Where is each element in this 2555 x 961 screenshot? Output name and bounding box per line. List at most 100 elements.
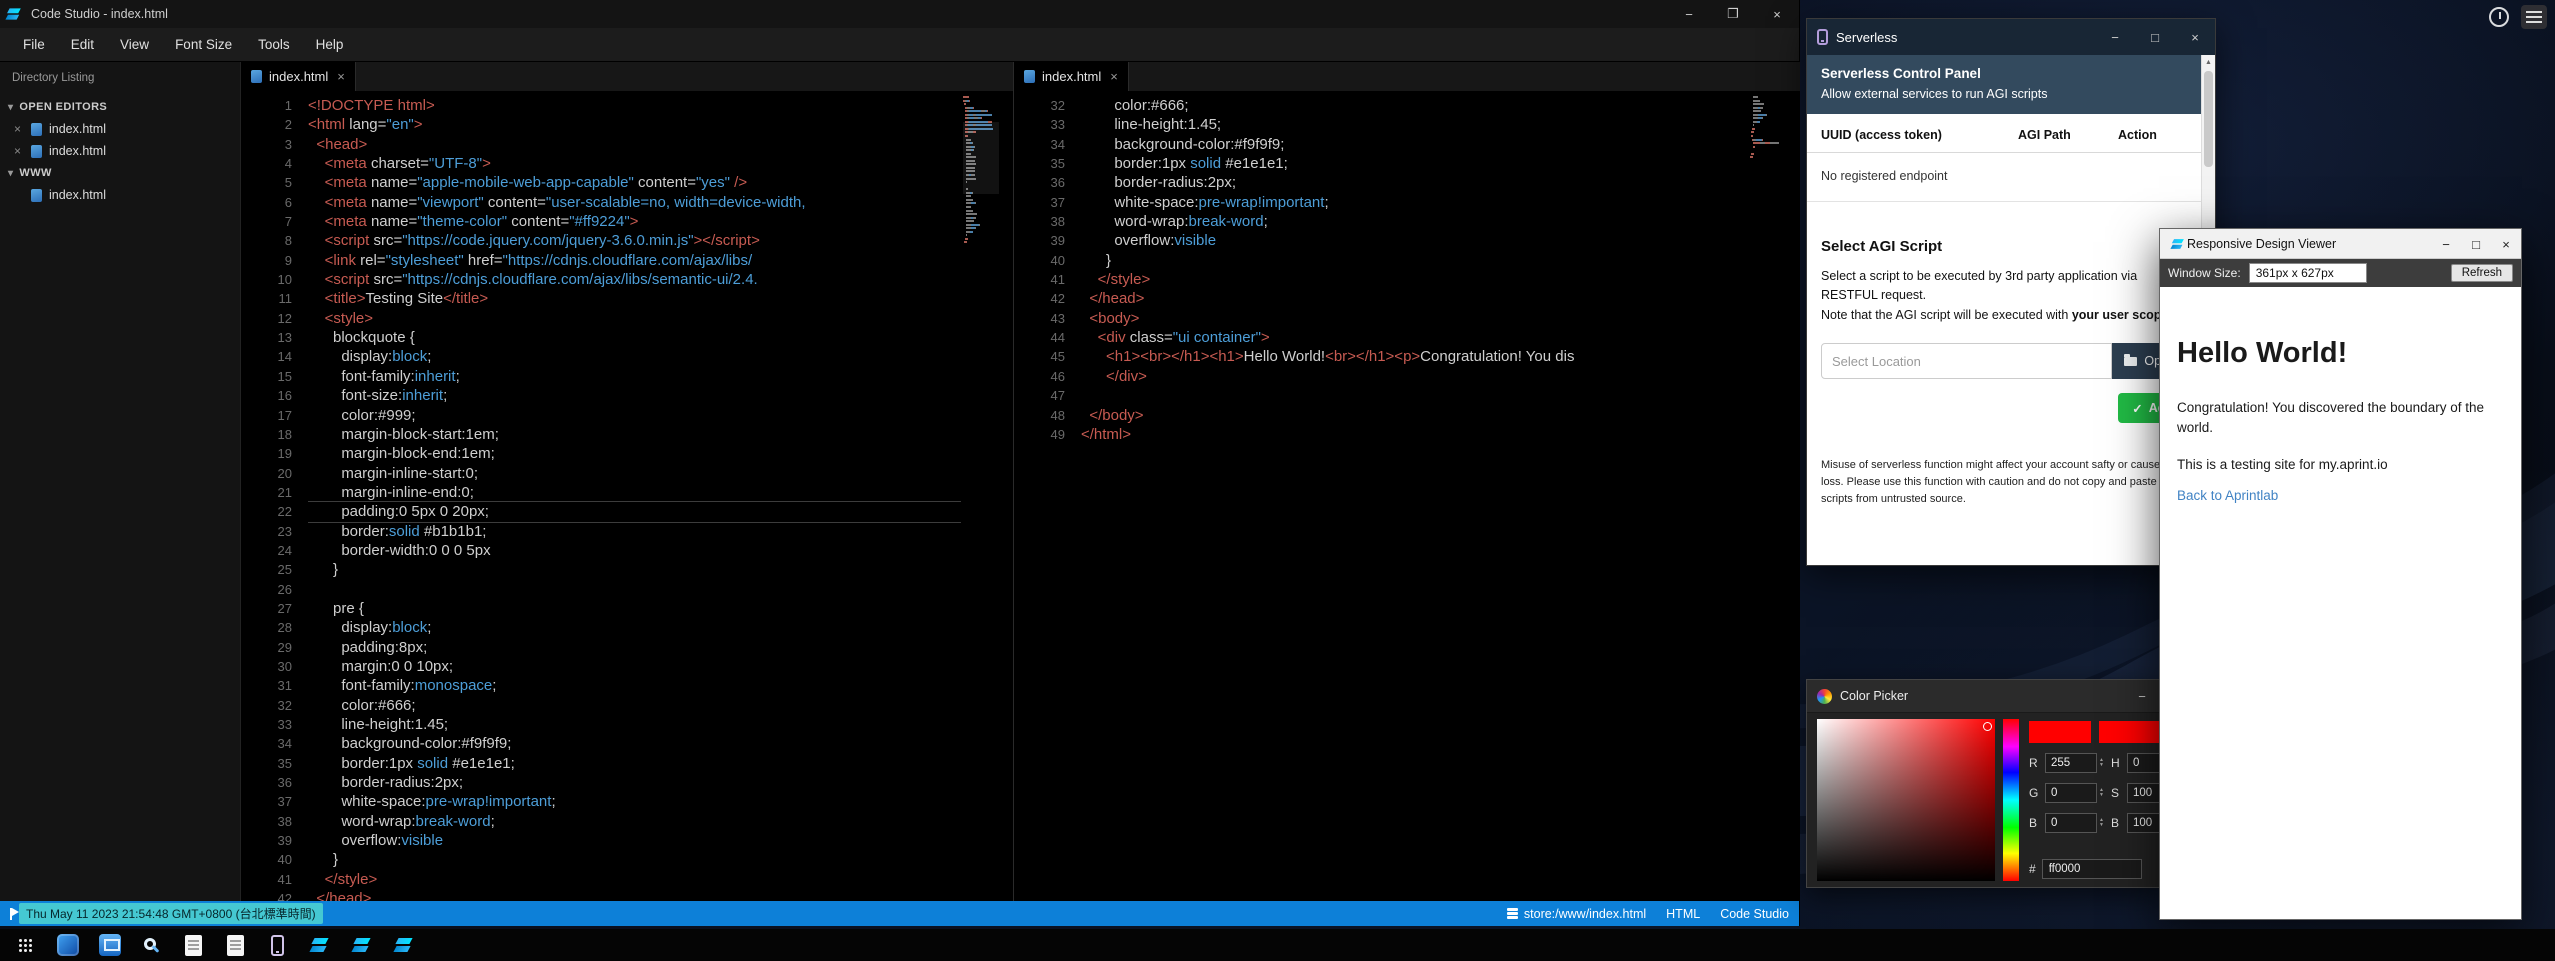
menu-icon[interactable] [2521, 5, 2547, 29]
clock-icon[interactable] [2489, 7, 2509, 27]
code-line: <div class="ui container"> [1081, 328, 1748, 347]
minimize-icon[interactable]: − [2122, 689, 2162, 704]
channel-value-input[interactable]: 100 [2127, 783, 2163, 803]
code-line: margin-block-end:1em; [308, 444, 961, 463]
sidebar-section-www[interactable]: ▾WWW [0, 162, 240, 184]
window-size-input[interactable] [2249, 263, 2367, 283]
taskbar-files-app[interactable] [96, 931, 123, 959]
channel-value-input[interactable]: 100 [2127, 813, 2163, 833]
taskbar-search-app[interactable] [138, 931, 165, 959]
channel-value-input[interactable]: 0 [2045, 783, 2097, 803]
sidebar-section-open-editors[interactable]: ▾OPEN EDITORS [0, 96, 240, 118]
scroll-thumb[interactable] [2204, 71, 2213, 167]
close-file-icon[interactable]: × [14, 122, 24, 136]
code-line: margin-block-start:1em; [308, 425, 961, 444]
empty-endpoint-row: No registered endpoint [1807, 153, 2201, 202]
color-picker-title-bar[interactable]: Color Picker − [1807, 680, 2162, 713]
saturation-value-field[interactable] [1817, 719, 1995, 881]
minimap-line [963, 224, 999, 226]
menu-item-tools[interactable]: Tools [245, 28, 303, 62]
restore-icon[interactable]: ❐ [1711, 0, 1755, 28]
language-mode-status[interactable]: HTML [1666, 907, 1700, 921]
line-number: 25 [241, 560, 292, 579]
line-number: 17 [241, 406, 292, 425]
code-line: color:#666; [308, 696, 961, 715]
taskbar-serverless-app[interactable] [264, 931, 291, 959]
window-size-label: Window Size: [2168, 266, 2241, 280]
sidebar-header: Directory Listing [0, 62, 240, 96]
sidebar-item-index.html[interactable]: index.html [0, 184, 240, 206]
serverless-title-bar[interactable]: Serverless − □ × [1807, 19, 2215, 55]
close-icon[interactable]: × [2491, 229, 2521, 259]
stepper-icon[interactable]: ▲▼ [2099, 788, 2104, 798]
menu-item-edit[interactable]: Edit [58, 28, 107, 62]
channel-hsb-b: B100▲▼ [2111, 813, 2163, 833]
sidebar-item-index.html[interactable]: ×index.html [0, 118, 240, 140]
channel-value-input[interactable]: 255 [2045, 753, 2097, 773]
taskbar-notes-app[interactable] [222, 931, 249, 959]
taskbar-browser-app[interactable] [54, 931, 81, 959]
remote-flag-icon[interactable] [10, 908, 12, 920]
stepper-icon[interactable]: ▲▼ [2099, 818, 2104, 828]
code-editor[interactable]: 323334353637383940414243444546474849 col… [1014, 92, 1800, 901]
refresh-button[interactable]: Refresh [2451, 264, 2513, 282]
close-icon[interactable]: × [2175, 19, 2215, 55]
taskbar-code-studio-window-1[interactable] [306, 931, 333, 959]
taskbar-text-document-app[interactable] [180, 931, 207, 959]
menu-item-help[interactable]: Help [303, 28, 357, 62]
hue-slider[interactable] [2003, 719, 2019, 881]
scroll-up-icon[interactable]: ▲ [2202, 55, 2215, 70]
line-number: 13 [241, 328, 292, 347]
window-title: Color Picker [1840, 689, 1908, 703]
close-file-icon[interactable]: × [14, 144, 24, 158]
window-controls: − ❐ × [1667, 0, 1799, 28]
code-line: word-wrap:break-word; [308, 812, 961, 831]
minimap-line [1750, 156, 1786, 158]
maximize-icon[interactable]: □ [2461, 229, 2491, 259]
stepper-icon[interactable]: ▲▼ [2099, 758, 2104, 768]
minimap[interactable] [963, 96, 999, 901]
minimap[interactable] [1750, 96, 1786, 901]
tab-index-html[interactable]: index.html × [1014, 62, 1129, 91]
line-number: 33 [1014, 115, 1065, 134]
menu-item-file[interactable]: File [10, 28, 58, 62]
tab-index-html[interactable]: index.html × [241, 62, 356, 91]
tab-close-icon[interactable]: × [1110, 69, 1118, 84]
menu-item-font-size[interactable]: Font Size [162, 28, 245, 62]
color-cursor[interactable] [1983, 722, 1992, 731]
code-editor[interactable]: 1234567891011121314151617181920212223242… [241, 92, 1013, 901]
hex-input[interactable] [2042, 859, 2142, 879]
channel-value-input[interactable]: 0 [2045, 813, 2097, 833]
warning-text: Misuse of serverless function might affe… [1821, 457, 2187, 508]
minimize-icon[interactable]: − [1667, 0, 1711, 28]
close-icon[interactable]: × [1755, 0, 1799, 28]
script-location-input[interactable] [1821, 343, 2112, 379]
taskbar-code-studio-window-3[interactable] [390, 931, 417, 959]
minimize-icon[interactable]: − [2095, 19, 2135, 55]
minimize-icon[interactable]: − [2431, 229, 2461, 259]
channel-value-input[interactable]: 0 [2127, 753, 2163, 773]
code-line: </style> [308, 870, 961, 889]
taskbar-code-studio-window-2[interactable] [348, 931, 375, 959]
maximize-icon[interactable]: □ [2135, 19, 2175, 55]
workspace: Directory Listing ▾OPEN EDITORS×index.ht… [0, 62, 1799, 901]
notes-app-icon [227, 935, 244, 956]
menu-item-view[interactable]: View [107, 28, 162, 62]
minimap-viewport[interactable] [963, 122, 999, 194]
previous-color-swatch [2099, 721, 2161, 743]
editor-pane-left: index.html × 123456789101112131415161718… [241, 62, 1013, 901]
minimap-line [1750, 100, 1786, 102]
datetime-status[interactable]: Thu May 11 2023 21:54:48 GMT+0800 (台北標準時… [19, 903, 323, 924]
responsive-title-bar[interactable]: Responsive Design Viewer − □ × [2160, 229, 2521, 259]
tab-close-icon[interactable]: × [337, 69, 345, 84]
code-line [1081, 386, 1748, 405]
title-bar[interactable]: Code Studio - index.html − ❐ × [0, 0, 1799, 28]
code-line: <script src="https://code.jquery.com/jqu… [308, 231, 961, 250]
back-link[interactable]: Back to Aprintlab [2177, 488, 2278, 503]
minimap-line [1750, 117, 1786, 119]
file-path-status[interactable]: store:/www/index.html [1507, 907, 1646, 921]
minimap-line [1750, 110, 1786, 112]
status-bar: Thu May 11 2023 21:54:48 GMT+0800 (台北標準時… [0, 901, 1799, 926]
sidebar-item-index.html[interactable]: ×index.html [0, 140, 240, 162]
taskbar-app-launcher[interactable] [12, 931, 39, 959]
